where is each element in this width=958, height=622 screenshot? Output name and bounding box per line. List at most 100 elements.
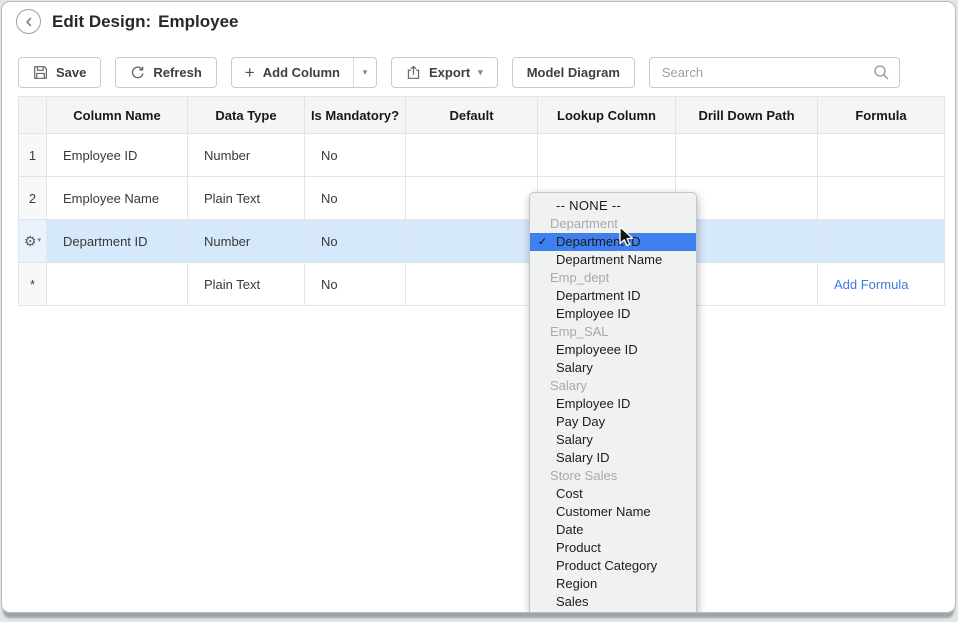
dropdown-option[interactable]: ✓ Customer Name — [530, 503, 696, 521]
save-icon — [33, 65, 48, 80]
chevron-down-icon: ▾ — [363, 68, 368, 77]
column-header: Formula — [818, 97, 945, 134]
design-table-body: 1 Employee ID Number No 2 Employee Name … — [19, 134, 945, 306]
column-header: Is Mandatory? — [305, 97, 406, 134]
back-button[interactable] — [16, 9, 41, 34]
dropdown-option-label: Department ID — [556, 233, 641, 251]
search-input[interactable] — [649, 57, 900, 88]
table-row[interactable]: 2 Employee Name Plain Text No — [19, 177, 945, 220]
cell-data-type[interactable]: Number — [188, 134, 305, 177]
cell-lookup-column[interactable] — [538, 134, 676, 177]
cell-is-mandatory[interactable]: No — [305, 220, 406, 263]
design-table: Column NameData TypeIs Mandatory?Default… — [18, 96, 945, 306]
dropdown-option-label: Date — [556, 521, 583, 539]
cell-default[interactable] — [406, 263, 538, 306]
add-formula-link[interactable]: Add Formula — [834, 277, 908, 292]
dropdown-option[interactable]: ✓ Product — [530, 539, 696, 557]
column-header: Drill Down Path — [676, 97, 818, 134]
check-icon: ✓ — [530, 233, 556, 251]
cell-drill-down-path[interactable] — [676, 134, 818, 177]
dropdown-option-label: Product Category — [556, 557, 657, 575]
dropdown-option[interactable]: ✓ Employeee ID — [530, 341, 696, 359]
cell-column-name[interactable]: Department ID — [47, 220, 188, 263]
row-handle-cell[interactable]: 2 — [19, 177, 47, 220]
column-header: Column Name — [47, 97, 188, 134]
row-settings-button[interactable]: ⚙▾ — [24, 234, 41, 248]
dropdown-option[interactable]: ✓ Cost — [530, 485, 696, 503]
dropdown-option[interactable]: ✓ -- NONE -- — [530, 197, 696, 215]
chevron-down-icon: ▾ — [478, 68, 483, 77]
cell-is-mandatory[interactable]: No — [305, 177, 406, 220]
column-header: Lookup Column — [538, 97, 676, 134]
row-handle-cell[interactable]: * — [19, 263, 47, 306]
dropdown-option[interactable]: ✓ Employee ID — [530, 305, 696, 323]
dropdown-option[interactable]: ✓ Date — [530, 521, 696, 539]
page-title: Edit Design: Employee — [52, 12, 238, 32]
refresh-icon — [130, 65, 145, 80]
dropdown-option[interactable]: ✓ Salary — [530, 431, 696, 449]
dropdown-option-label: Department ID — [556, 287, 641, 305]
dropdown-option-label: Region — [556, 575, 597, 593]
export-button[interactable]: Export ▾ — [391, 57, 498, 88]
cell-formula[interactable] — [818, 177, 945, 220]
chevron-left-icon — [24, 17, 34, 27]
row-handle-cell[interactable]: 1 — [19, 134, 47, 177]
dropdown-option[interactable]: ✓ Pay Day — [530, 413, 696, 431]
dropdown-option[interactable]: ✓ Department Name — [530, 251, 696, 269]
lookup-column-dropdown: ✓ -- NONE -- Department ✓ Department ID … — [529, 192, 697, 613]
dropdown-option-label: Employeee ID — [556, 341, 638, 359]
dropdown-option[interactable]: ✓ Department ID — [530, 233, 696, 251]
dropdown-group-label: Salary — [530, 377, 696, 395]
dropdown-option[interactable]: ✓ Salary ID — [530, 449, 696, 467]
cell-formula[interactable] — [818, 134, 945, 177]
table-row[interactable]: * Plain Text No Add Formula — [19, 263, 945, 306]
export-label: Export — [429, 65, 470, 80]
dropdown-option[interactable]: ✓ Department ID — [530, 287, 696, 305]
column-header: Data Type — [188, 97, 305, 134]
dropdown-option-label: -- NONE -- — [556, 197, 621, 215]
cell-default[interactable] — [406, 177, 538, 220]
refresh-button[interactable]: Refresh — [115, 57, 216, 88]
cell-is-mandatory[interactable]: No — [305, 134, 406, 177]
dropdown-option-label: Salary — [556, 359, 593, 377]
cell-column-name[interactable]: Employee ID — [47, 134, 188, 177]
dropdown-option[interactable]: ✓ Region — [530, 575, 696, 593]
export-icon — [406, 65, 421, 80]
model-diagram-button[interactable]: Model Diagram — [512, 57, 635, 88]
page-title-name: Employee — [158, 12, 238, 32]
add-column-button[interactable]: + Add Column — [232, 58, 353, 87]
dropdown-option-label: Pay Day — [556, 413, 605, 431]
refresh-label: Refresh — [153, 65, 201, 80]
cell-formula[interactable] — [818, 220, 945, 263]
cell-formula[interactable]: Add Formula — [818, 263, 945, 306]
dropdown-group-label: Emp_SAL — [530, 323, 696, 341]
dropdown-option-label: Employee ID — [556, 395, 630, 413]
cell-column-name[interactable] — [47, 263, 188, 306]
row-handle-cell[interactable]: ⚙▾ — [19, 220, 47, 263]
table-row[interactable]: ⚙▾ Department ID Number No — [19, 220, 945, 263]
cell-data-type[interactable]: Plain Text — [188, 263, 305, 306]
cell-is-mandatory[interactable]: No — [305, 263, 406, 306]
edit-design-window: Edit Design: Employee Save Refresh + Add… — [1, 1, 956, 613]
cell-data-type[interactable]: Number — [188, 220, 305, 263]
table-row[interactable]: 1 Employee ID Number No — [19, 134, 945, 177]
gear-icon: ⚙ — [24, 234, 37, 248]
dropdown-option[interactable]: ✓ Product Category — [530, 557, 696, 575]
cell-data-type[interactable]: Plain Text — [188, 177, 305, 220]
add-column-menu-button[interactable]: ▾ — [353, 58, 376, 87]
column-header — [19, 97, 47, 134]
dropdown-option-label: Cost — [556, 485, 583, 503]
dropdown-option-label: Salary ID — [556, 449, 609, 467]
dropdown-option[interactable]: ✓ Salary — [530, 359, 696, 377]
cell-default[interactable] — [406, 220, 538, 263]
save-label: Save — [56, 65, 86, 80]
chevron-down-icon: ▾ — [38, 237, 42, 244]
cell-column-name[interactable]: Employee Name — [47, 177, 188, 220]
add-column-label: Add Column — [263, 65, 340, 80]
dropdown-option[interactable]: ✓ Employee ID — [530, 395, 696, 413]
dropdown-option-label: Customer Name — [556, 503, 651, 521]
save-button[interactable]: Save — [18, 57, 101, 88]
cell-default[interactable] — [406, 134, 538, 177]
search-icon — [873, 64, 890, 81]
dropdown-option[interactable]: ✓ Sales — [530, 593, 696, 611]
